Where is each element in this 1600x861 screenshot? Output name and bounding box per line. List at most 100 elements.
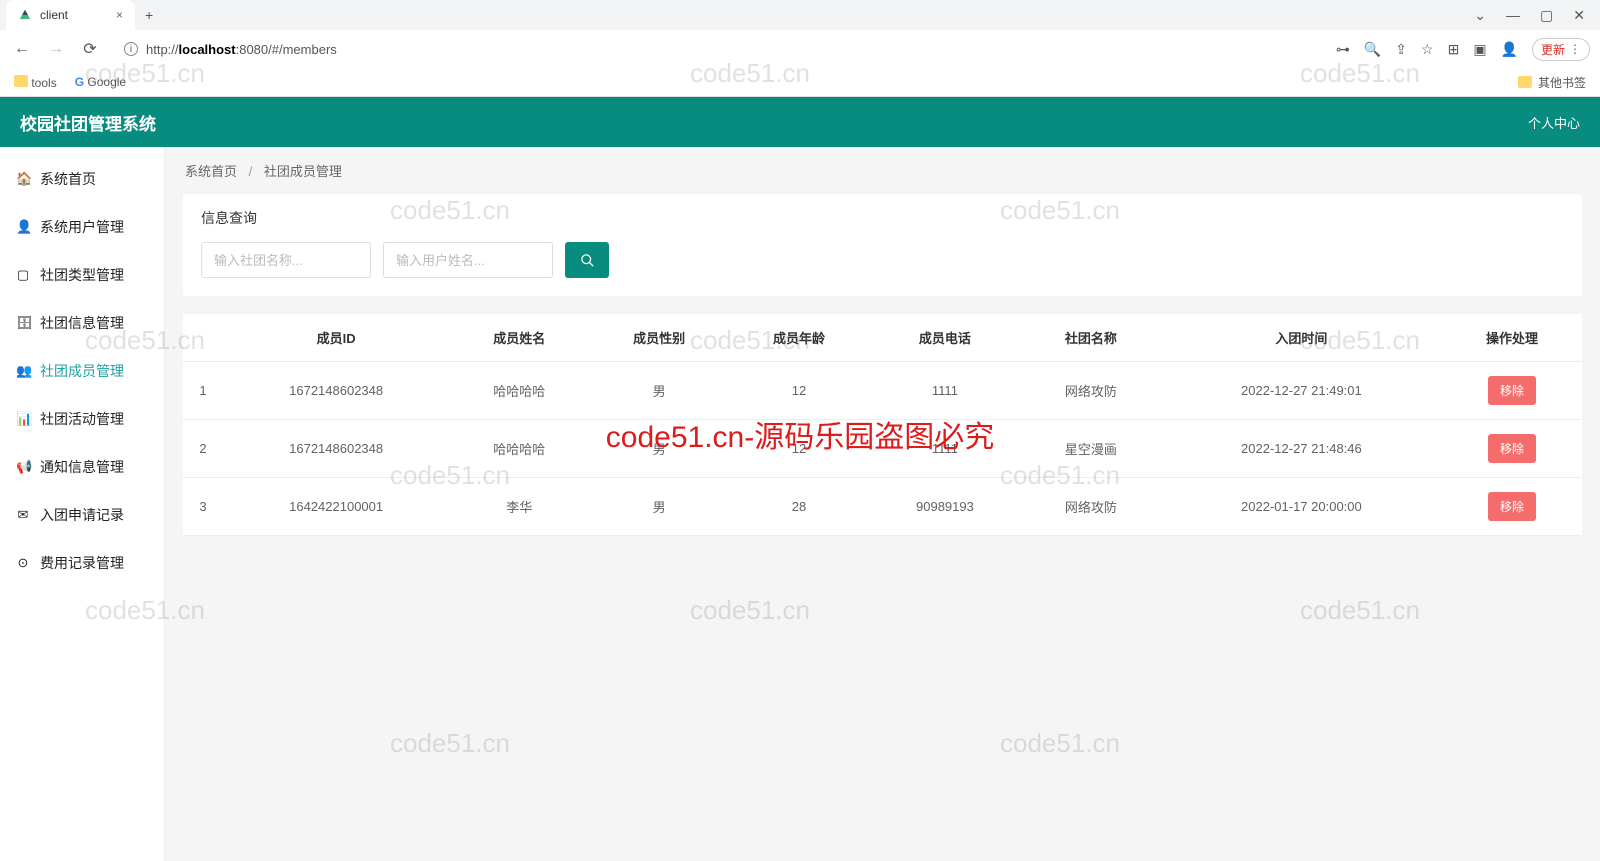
sidebar-item-applications[interactable]: ✉ 入团申请记录	[0, 491, 164, 539]
new-tab-button[interactable]: +	[135, 7, 163, 23]
side-panel-icon[interactable]: ▣	[1473, 41, 1486, 58]
megaphone-icon: 📢	[16, 459, 30, 475]
col-age: 成员年龄	[729, 314, 869, 362]
window-controls: ⌄ — ▢ ✕	[1459, 7, 1600, 24]
update-button[interactable]: 更新⋮	[1532, 38, 1590, 61]
cell-age: 28	[729, 478, 869, 536]
cell-time: 2022-12-27 21:48:46	[1161, 420, 1442, 478]
col-id: 成员ID	[223, 314, 449, 362]
delete-button[interactable]: 移除	[1488, 434, 1536, 463]
sidebar-item-label: 系统用户管理	[40, 217, 124, 237]
bookmark-other[interactable]: 其他书签	[1518, 74, 1586, 91]
type-icon: ▢	[16, 267, 30, 283]
sidebar-item-members[interactable]: 👥 社团成员管理	[0, 347, 164, 395]
close-icon[interactable]: ×	[116, 8, 123, 22]
chart-icon: 📊	[16, 411, 30, 427]
sidebar-item-users[interactable]: 👤 系统用户管理	[0, 203, 164, 251]
search-card-title: 信息查询	[183, 194, 1582, 242]
sidebar-item-activities[interactable]: 📊社团活动管理	[0, 395, 164, 443]
sidebar-item-fees[interactable]: ⊙ 费用记录管理	[0, 539, 164, 587]
sidebar-item-label: 系统首页	[40, 169, 96, 189]
url-input[interactable]: i http://localhost:8080/#/members	[112, 38, 349, 61]
table-row: 31642422100001李华男2890989193网络攻防2022-01-1…	[183, 478, 1582, 536]
cell-index: 2	[183, 420, 223, 478]
table-row: 11672148602348哈哈哈哈男121111网络攻防2022-12-27 …	[183, 362, 1582, 420]
back-icon[interactable]: ←	[10, 40, 34, 58]
info-icon: 🗄	[16, 315, 30, 331]
search-button[interactable]	[565, 242, 609, 278]
cell-club: 网络攻防	[1021, 362, 1161, 420]
breadcrumb-separator: /	[249, 164, 253, 179]
extensions-icon[interactable]: ⊞	[1448, 41, 1460, 58]
info-icon[interactable]: i	[124, 42, 138, 56]
col-gender: 成员性别	[589, 314, 729, 362]
profile-icon[interactable]: 👤	[1501, 41, 1518, 58]
search-card: 信息查询	[183, 194, 1582, 296]
sidebar-item-club-info[interactable]: 🗄 社团信息管理	[0, 299, 164, 347]
personal-center-link[interactable]: 个人中心	[1528, 113, 1580, 132]
breadcrumb-root[interactable]: 系统首页	[185, 164, 237, 179]
bookmark-google[interactable]: G Google	[75, 75, 126, 89]
user-name-input[interactable]	[383, 242, 553, 278]
cell-gender: 男	[589, 420, 729, 478]
browser-chrome: client × + ⌄ — ▢ ✕ ← → ⟳ i http://localh…	[0, 0, 1600, 97]
user-icon: 👤	[16, 219, 30, 235]
app-header: 校园社团管理系统 个人中心	[0, 97, 1600, 147]
record-icon: ⊙	[16, 555, 30, 571]
breadcrumb: 系统首页 / 社团成员管理	[165, 147, 1600, 194]
cell-id: 1672148602348	[223, 420, 449, 478]
sidebar-item-label: 社团信息管理	[40, 313, 124, 333]
folder-icon	[1518, 76, 1532, 88]
cell-action: 移除	[1442, 420, 1582, 478]
sidebar-item-label: 社团类型管理	[40, 265, 124, 285]
cell-phone: 1111	[869, 362, 1021, 420]
cell-time: 2022-01-17 20:00:00	[1161, 478, 1442, 536]
table-row: 21672148602348哈哈哈哈男121111星空漫画2022-12-27 …	[183, 420, 1582, 478]
members-table-card: 成员ID 成员姓名 成员性别 成员年龄 成员电话 社团名称 入团时间 操作处理 …	[183, 314, 1582, 536]
main-content: 系统首页 / 社团成员管理 信息查询 成员ID 成员姓名	[165, 147, 1600, 861]
mail-icon: ✉	[16, 507, 30, 523]
search-icon	[580, 253, 595, 268]
sidebar-item-home[interactable]: 🏠 系统首页	[0, 155, 164, 203]
cell-time: 2022-12-27 21:49:01	[1161, 362, 1442, 420]
key-icon[interactable]: ⊶	[1336, 41, 1350, 58]
club-name-input[interactable]	[201, 242, 371, 278]
table-header-row: 成员ID 成员姓名 成员性别 成员年龄 成员电话 社团名称 入团时间 操作处理	[183, 314, 1582, 362]
app-title: 校园社团管理系统	[20, 110, 156, 135]
google-icon: G	[75, 75, 84, 89]
members-icon: 👥	[16, 363, 30, 379]
sidebar-item-notices[interactable]: 📢通知信息管理	[0, 443, 164, 491]
forward-icon[interactable]: →	[44, 40, 68, 58]
home-icon: 🏠	[16, 171, 30, 187]
cell-phone: 1111	[869, 420, 1021, 478]
col-time: 入团时间	[1161, 314, 1442, 362]
delete-button[interactable]: 移除	[1488, 492, 1536, 521]
sidebar-item-label: 入团申请记录	[40, 505, 124, 525]
reload-icon[interactable]: ⟳	[78, 39, 102, 59]
search-icon[interactable]: 🔍	[1364, 41, 1381, 58]
cell-id: 1672148602348	[223, 362, 449, 420]
cell-index: 3	[183, 478, 223, 536]
bookmark-tools[interactable]: tools	[14, 75, 57, 90]
cell-action: 移除	[1442, 362, 1582, 420]
maximize-icon[interactable]: ▢	[1540, 7, 1553, 24]
tab-bar: client × + ⌄ — ▢ ✕	[0, 0, 1600, 30]
sidebar-item-club-type[interactable]: ▢ 社团类型管理	[0, 251, 164, 299]
address-bar: ← → ⟳ i http://localhost:8080/#/members …	[0, 30, 1600, 68]
sidebar-item-label: 社团成员管理	[40, 361, 124, 381]
cell-phone: 90989193	[869, 478, 1021, 536]
sidebar-item-label: 费用记录管理	[40, 553, 124, 573]
chevron-down-icon[interactable]: ⌄	[1474, 7, 1486, 24]
sidebar: 🏠 系统首页 👤 系统用户管理 ▢ 社团类型管理 🗄 社团信息管理 👥 社团成员管理 📊社…	[0, 147, 165, 861]
share-icon[interactable]: ⇪	[1395, 41, 1407, 58]
close-window-icon[interactable]: ✕	[1573, 7, 1585, 24]
tab-title: client	[40, 8, 68, 22]
minimize-icon[interactable]: —	[1506, 7, 1520, 24]
bookmark-star-icon[interactable]: ☆	[1421, 41, 1434, 58]
browser-tab[interactable]: client ×	[6, 0, 135, 30]
cell-name: 哈哈哈哈	[449, 420, 589, 478]
cell-gender: 男	[589, 478, 729, 536]
url-text: http://localhost:8080/#/members	[146, 42, 337, 57]
delete-button[interactable]: 移除	[1488, 376, 1536, 405]
folder-icon	[14, 75, 28, 87]
